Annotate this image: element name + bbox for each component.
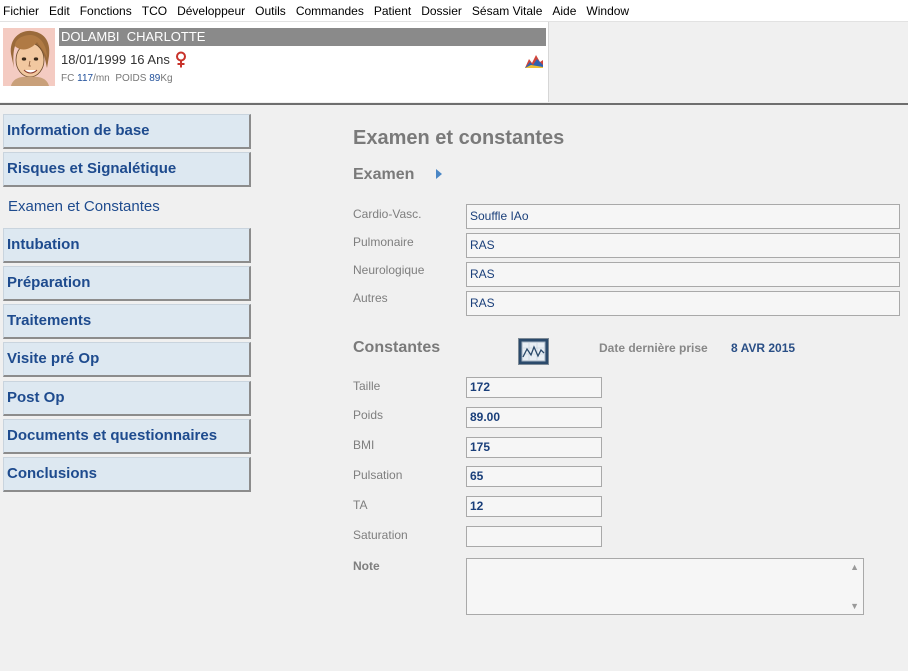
nav-traitements[interactable]: Traitements xyxy=(3,304,251,339)
fc-label: FC xyxy=(61,73,75,84)
pulmonaire-label: Pulmonaire xyxy=(353,235,414,249)
date-derniere-prise-label: Date dernière prise xyxy=(599,341,708,355)
poids-constante-label: Poids xyxy=(353,408,384,422)
menu-aide[interactable]: Aide xyxy=(548,4,582,18)
menu-fonctions[interactable]: Fonctions xyxy=(76,4,138,18)
menu-fichier[interactable]: Fichier xyxy=(0,4,45,18)
patient-dob: 18/01/1999 xyxy=(61,52,127,67)
fc-unit: /mn xyxy=(93,73,110,84)
patient-birth-info: 18/01/1999 16 Ans xyxy=(61,51,188,68)
menu-bar: Fichier Edit Fonctions TCO Développeur O… xyxy=(0,0,908,22)
neurologique-field[interactable]: RAS xyxy=(466,262,900,287)
poids-value: 89 xyxy=(149,73,161,84)
taille-label: Taille xyxy=(353,379,381,393)
menu-window[interactable]: Window xyxy=(582,4,635,18)
neurologique-label: Neurologique xyxy=(353,263,425,277)
bmi-label: BMI xyxy=(353,438,375,452)
menu-commandes[interactable]: Commandes xyxy=(292,4,370,18)
ta-label: TA xyxy=(353,498,368,512)
bmi-field[interactable]: 175 xyxy=(466,437,602,458)
graph-icon xyxy=(521,341,546,362)
page-title: Examen et constantes xyxy=(353,127,565,149)
nav-preparation[interactable]: Préparation xyxy=(3,266,251,301)
expand-arrow-icon[interactable] xyxy=(436,169,442,179)
saturation-field[interactable] xyxy=(466,526,602,547)
scroll-down-icon[interactable]: ▼ xyxy=(850,601,859,611)
female-icon xyxy=(175,51,186,68)
autres-field[interactable]: RAS xyxy=(466,291,900,316)
nav-risques-et-signaletique[interactable]: Risques et Signalétique xyxy=(3,152,251,187)
nav-visite-pre-op[interactable]: Visite pré Op xyxy=(3,342,251,377)
mountain-chart-icon[interactable] xyxy=(525,53,543,68)
poids-unit: Kg xyxy=(160,73,173,84)
note-label: Note xyxy=(353,559,380,573)
scroll-up-icon[interactable]: ▲ xyxy=(850,562,859,572)
nav-conclusions[interactable]: Conclusions xyxy=(3,457,251,492)
poids-label: POIDS xyxy=(115,73,147,84)
examen-section-title: Examen xyxy=(353,166,415,183)
patient-header: DOLAMBI CHARLOTTE 18/01/1999 16 Ans FC 1… xyxy=(0,22,549,102)
menu-sesam-vitale[interactable]: Sésam Vitale xyxy=(468,4,548,18)
autres-label: Autres xyxy=(353,291,388,305)
pulsation-label: Pulsation xyxy=(353,468,403,482)
nav-post-op[interactable]: Post Op xyxy=(3,381,251,416)
pulsation-field[interactable]: 65 xyxy=(466,466,602,487)
menu-edit[interactable]: Edit xyxy=(45,4,76,18)
menu-tco[interactable]: TCO xyxy=(138,4,173,18)
date-derniere-prise-value: 8 AVR 2015 xyxy=(731,341,796,355)
menu-outils[interactable]: Outils xyxy=(251,4,292,18)
header-divider xyxy=(0,103,908,105)
pulmonaire-field[interactable]: RAS xyxy=(466,233,900,258)
nav-documents-et-questionnaires[interactable]: Documents et questionnaires xyxy=(3,419,251,454)
ta-field[interactable]: 12 xyxy=(466,496,602,517)
graph-button[interactable] xyxy=(518,338,549,365)
header-filler xyxy=(549,22,908,102)
patient-avatar xyxy=(3,28,55,86)
nav-examen-et-constantes[interactable]: Examen et Constantes xyxy=(3,191,251,226)
menu-dossier[interactable]: Dossier xyxy=(417,4,468,18)
menu-patient[interactable]: Patient xyxy=(370,4,417,18)
menu-developpeur[interactable]: Développeur xyxy=(173,4,251,18)
saturation-label: Saturation xyxy=(353,528,408,542)
fc-value: 117 xyxy=(77,73,94,84)
nav-information-de-base[interactable]: Information de base xyxy=(3,114,251,149)
nav-intubation[interactable]: Intubation xyxy=(3,228,251,263)
patient-age: 16 Ans xyxy=(130,52,170,67)
poids-field[interactable]: 89.00 xyxy=(466,407,602,428)
patient-name: DOLAMBI CHARLOTTE xyxy=(59,28,546,46)
patient-vitals: FC 117/mn POIDS 89Kg xyxy=(61,73,173,84)
taille-field[interactable]: 172 xyxy=(466,377,602,398)
constantes-section-title: Constantes xyxy=(353,339,441,356)
note-textarea[interactable]: ▲ ▼ xyxy=(466,558,864,615)
cardio-vasc-field[interactable]: Souffle IAo xyxy=(466,204,900,229)
cardio-vasc-label: Cardio-Vasc. xyxy=(353,207,422,221)
